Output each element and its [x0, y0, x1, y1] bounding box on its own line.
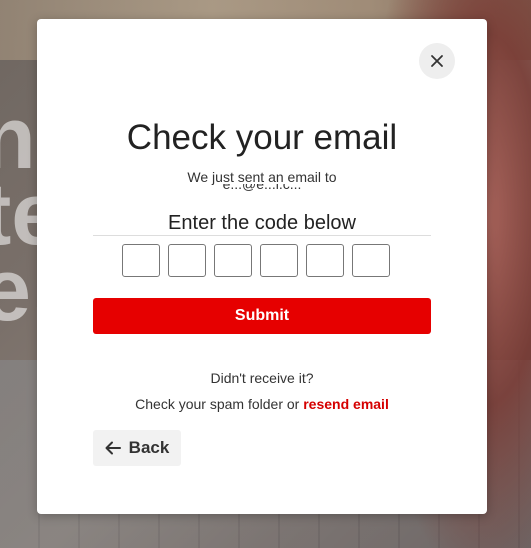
- close-button[interactable]: [419, 43, 455, 79]
- code-label: Enter the code below: [168, 212, 356, 234]
- code-digit-input-1[interactable]: [122, 244, 160, 277]
- sent-email-text: We just sent an email to: [187, 169, 337, 185]
- spam-text: Check your spam folder or: [135, 396, 304, 412]
- resend-email-link[interactable]: resend email: [303, 396, 389, 412]
- code-digit-input-4[interactable]: [260, 244, 298, 277]
- email-address: e...@e...l.c...: [222, 184, 302, 192]
- verify-email-modal: Check your email We just sent an email t…: [37, 19, 487, 514]
- spam-hint: Check your spam folder or resend email: [37, 396, 487, 412]
- code-digit-input-2[interactable]: [168, 244, 206, 277]
- back-button[interactable]: Back: [93, 430, 181, 466]
- close-icon: [431, 55, 443, 67]
- code-digit-input-3[interactable]: [214, 244, 252, 277]
- code-digit-input-5[interactable]: [306, 244, 344, 277]
- didnt-receive-text: Didn't receive it?: [210, 370, 314, 386]
- modal-title: Check your email: [126, 118, 398, 157]
- submit-button[interactable]: Submit: [93, 298, 431, 334]
- email-address-clipped: e...@e...l.c...: [137, 184, 387, 194]
- divider: [93, 235, 431, 236]
- code-input-group: [122, 244, 390, 277]
- arrow-left-icon: [105, 441, 121, 455]
- back-label: Back: [128, 438, 170, 457]
- code-digit-input-6[interactable]: [352, 244, 390, 277]
